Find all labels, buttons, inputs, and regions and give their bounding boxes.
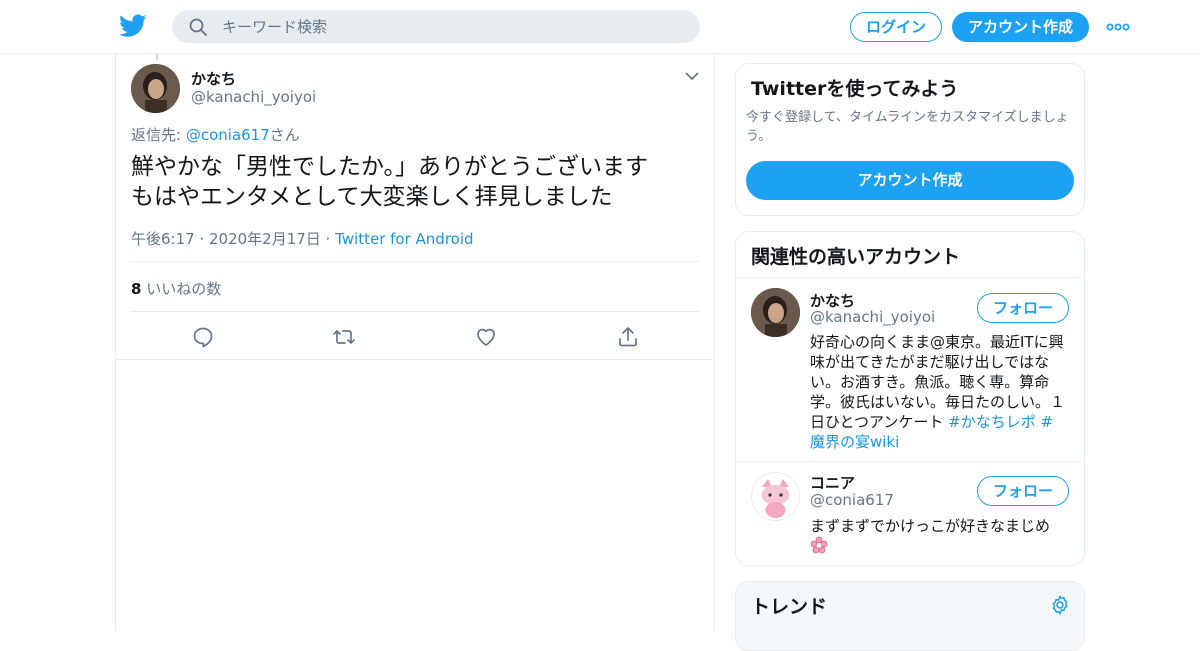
like-icon[interactable] [474, 325, 498, 349]
signup-card-button[interactable]: アカウント作成 [746, 161, 1074, 200]
bio-text: まずまずでかけっこが好きなまじめ [810, 517, 1051, 535]
search-input[interactable] [222, 10, 682, 43]
author-handle[interactable]: @kanachi_yoiyoi [191, 88, 316, 106]
author-name[interactable]: かなち [191, 68, 236, 89]
like-count: 8 [131, 280, 142, 298]
avatar[interactable] [751, 472, 800, 521]
divider [116, 359, 714, 360]
flower-emoji-icon [810, 536, 828, 554]
related-accounts-card: 関連性の高いアカウント かなち @kanachi_yoiyoi フォロー 好奇心… [735, 231, 1085, 566]
signup-card-description: 今すぐ登録して、タイムラインをカスタマイズしましょう。 [746, 110, 1069, 144]
account-bio: 好奇心の向くまま@東京。最近ITに興味が出てきたがまだ駆け出しではない。お酒すき… [810, 332, 1068, 452]
avatar[interactable] [131, 64, 180, 113]
gear-icon[interactable] [1049, 594, 1071, 616]
account-handle[interactable]: @kanachi_yoiyoi [810, 308, 935, 326]
tweet-text: 鮮やかな「男性でしたか。」ありがとうございます もはやエンタメとして大変楽しく拝… [131, 152, 701, 212]
thread-connector [156, 54, 158, 60]
twitter-bird-icon[interactable] [119, 13, 147, 39]
login-button[interactable]: ログイン [850, 12, 942, 42]
like-stats[interactable]: 8 いいねの数 [131, 278, 221, 299]
hashtag-link[interactable]: #かなちレポ [948, 413, 1036, 431]
tweet-timestamp[interactable]: 午後6:17 · 2020年2月17日 · [131, 230, 335, 248]
signup-card-title: Twitterを使ってみよう [751, 78, 959, 100]
reply-icon[interactable] [191, 325, 215, 349]
reply-prefix: 返信先: [131, 126, 186, 144]
divider [736, 461, 1084, 462]
related-accounts-title: 関連性の高いアカウント [751, 246, 961, 268]
like-label: いいねの数 [141, 280, 222, 298]
signup-card: Twitterを使ってみよう 今すぐ登録して、タイムラインをカスタマイズしましょ… [735, 63, 1085, 216]
avatar[interactable] [751, 288, 800, 337]
divider [736, 277, 1084, 278]
reply-context: 返信先: @conia617さん [131, 124, 300, 145]
tweet-text-line: 鮮やかな「男性でしたか。」ありがとうございます [131, 154, 649, 180]
tweet-source-link[interactable]: Twitter for Android [335, 230, 473, 248]
share-icon[interactable] [616, 325, 640, 349]
tweet-metadata: 午後6:17 · 2020年2月17日 · Twitter for Androi… [131, 228, 474, 249]
follow-button[interactable]: フォロー [977, 476, 1069, 506]
tweet-text-line: もはやエンタメとして大変楽しく拝見しました [131, 184, 613, 210]
divider [130, 261, 700, 262]
divider [130, 311, 700, 312]
follow-button[interactable]: フォロー [977, 293, 1069, 323]
account-bio: まずまずでかけっこが好きなまじめ [810, 516, 1068, 559]
account-name[interactable]: コニア [810, 472, 855, 493]
top-navigation-bar: ログイン アカウント作成 [0, 0, 1200, 54]
account-handle[interactable]: @conia617 [810, 491, 894, 509]
retweet-icon[interactable] [332, 325, 356, 349]
search-box [172, 10, 700, 43]
search-icon [189, 18, 207, 36]
trends-card: トレンド [735, 581, 1085, 651]
reply-to-link[interactable]: @conia617 [186, 126, 270, 144]
chevron-down-icon[interactable] [684, 70, 700, 82]
reply-suffix: さん [269, 126, 300, 144]
tweet-detail: かなち @kanachi_yoiyoi 返信先: @conia617さん 鮮やか… [115, 54, 715, 630]
signup-button[interactable]: アカウント作成 [952, 12, 1089, 42]
more-icon[interactable] [1106, 18, 1130, 36]
trends-title: トレンド [751, 596, 828, 618]
